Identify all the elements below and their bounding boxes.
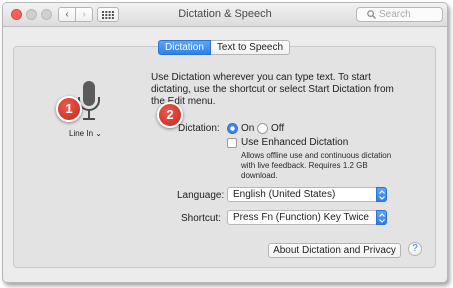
description-container: Use Dictation wherever you can type text… <box>151 72 411 105</box>
tab-bar: Dictation Text to Speech <box>158 40 291 55</box>
select-arrows-icon <box>376 187 387 202</box>
help-button[interactable]: ? <box>408 242 422 256</box>
dictation-label: Dictation: <box>178 123 220 134</box>
dictation-description: Use Dictation wherever you can type text… <box>151 72 394 105</box>
search-field[interactable]: Search <box>356 7 443 22</box>
preferences-window: ‹ › Dictation & Speech Search Dictation … <box>2 2 448 283</box>
enhanced-note-line-1: Allows offline use and continuous dictat… <box>241 151 392 160</box>
language-select[interactable]: English (United States) <box>227 187 387 202</box>
dictation-off-label: Off <box>271 123 285 134</box>
enhanced-note-line-3: download. <box>241 171 278 180</box>
language-value: English (United States) <box>233 189 336 200</box>
dictation-on-radio[interactable] <box>227 123 238 134</box>
search-icon <box>367 10 376 19</box>
title-bar: ‹ › Dictation & Speech Search <box>3 3 447 27</box>
dictation-off-radio[interactable] <box>257 123 268 134</box>
tab-dictation[interactable]: Dictation <box>158 40 211 55</box>
enhanced-note-line-2: with live feedback. Requires 1.2 GB <box>241 161 368 170</box>
search-placeholder: Search <box>379 9 411 20</box>
enhanced-dictation-checkbox[interactable] <box>227 138 237 148</box>
shortcut-value: Press Fn (Function) Key Twice <box>233 212 369 223</box>
input-source-popup[interactable]: Line In ⌄ <box>69 129 102 138</box>
about-dictation-privacy-button[interactable]: About Dictation and Privacy <box>268 243 401 258</box>
shortcut-select[interactable]: Press Fn (Function) Key Twice <box>227 210 387 225</box>
tab-text-to-speech[interactable]: Text to Speech <box>210 40 291 55</box>
dictation-on-label: On <box>241 123 255 134</box>
shortcut-label: Shortcut: <box>181 213 222 224</box>
language-label: Language: <box>177 190 225 201</box>
select-arrows-icon <box>376 210 387 225</box>
enhanced-dictation-label: Use Enhanced Dictation <box>241 137 349 148</box>
annotation-badge-1: 1 <box>56 96 82 122</box>
